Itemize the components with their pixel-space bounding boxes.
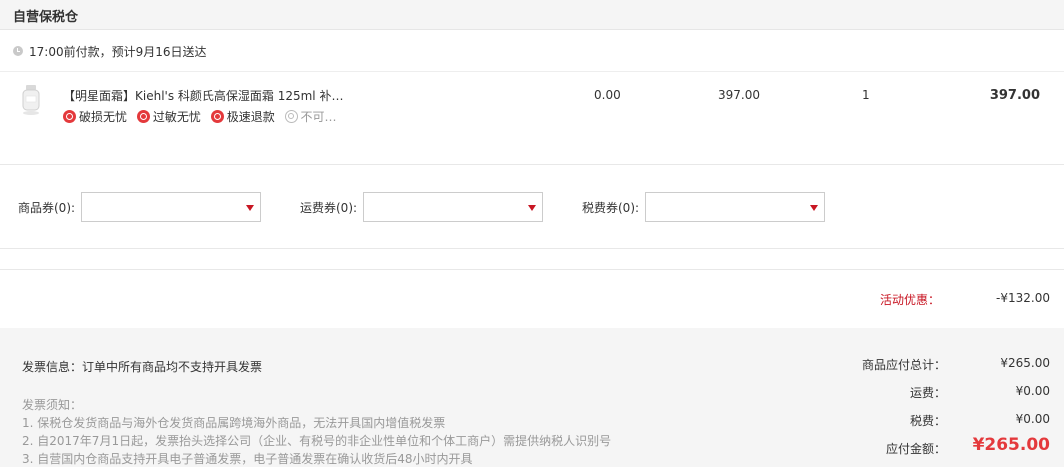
- tax-value: ¥0.00: [1015, 412, 1050, 426]
- divider: [0, 164, 1064, 165]
- promotion-label: 活动优惠：: [880, 293, 941, 307]
- item-quantity: 1: [862, 88, 870, 102]
- promotion-value: -¥132.00: [996, 291, 1050, 305]
- tax-coupon-label: 税费券(0):: [582, 201, 640, 215]
- item-price: 397.00: [718, 88, 760, 102]
- goods-coupon-select[interactable]: [81, 192, 261, 222]
- dropdown-arrow-icon: [246, 205, 254, 211]
- shield-icon: [284, 110, 298, 123]
- item-tax: 0.00: [594, 88, 621, 102]
- goods-total-value: ¥265.00: [1000, 356, 1050, 370]
- dropdown-arrow-icon: [810, 205, 818, 211]
- section-title: 自营保税仓: [13, 10, 79, 25]
- badge-damage-free[interactable]: 破损无忧: [63, 108, 127, 125]
- dropdown-arrow-icon: [528, 205, 536, 211]
- invoice-info: 发票信息：订单中所有商品均不支持开具发票: [22, 360, 263, 374]
- delivery-estimate: 17:00前付款，预计9月16日送达: [29, 45, 207, 59]
- shipping-coupon-select[interactable]: [363, 192, 543, 222]
- product-thumbnail[interactable]: [20, 84, 42, 116]
- badge-allergy-free[interactable]: 过敏无忧: [136, 108, 201, 125]
- shield-icon: [136, 110, 150, 123]
- invoice-notice-title: 发票须知：: [22, 398, 83, 412]
- service-badges: 破损无忧 过敏无忧 极速退款 不可…: [63, 108, 343, 124]
- payable-amount: ¥265.00: [972, 435, 1050, 455]
- shield-icon: [210, 110, 224, 123]
- goods-coupon-label: 商品券(0):: [18, 201, 76, 215]
- item-subtotal: 397.00: [989, 88, 1040, 103]
- tax-label: 税费：: [909, 414, 946, 428]
- clock-icon: [13, 46, 23, 56]
- invoice-notice-line: 3. 自营国内仓商品支持开具电子普通发票，电子普通发票在确认收货后48小时内开具: [22, 452, 473, 466]
- shipping-label: 运费：: [909, 386, 946, 400]
- divider: [0, 248, 1064, 249]
- payable-label: 应付金额：: [885, 442, 946, 456]
- delivery-row: 17:00前付款，预计9月16日送达: [0, 30, 1064, 72]
- shipping-coupon-label: 运费券(0):: [300, 201, 358, 215]
- invoice-notice-line: 1. 保税仓发货商品与海外仓发货商品属跨境海外商品，无法开具国内增值税发票: [22, 416, 446, 430]
- badge-no-return[interactable]: 不可…: [284, 108, 337, 125]
- shipping-value: ¥0.00: [1015, 384, 1050, 398]
- invoice-notice-line: 2. 自2017年7月1日起，发票抬头选择公司（企业、有税号的非企业性单位和个体…: [22, 434, 612, 448]
- divider: [0, 269, 1064, 270]
- badge-fast-refund[interactable]: 极速退款: [210, 108, 275, 125]
- section-header: 自营保税仓: [0, 0, 1064, 30]
- goods-total-label: 商品应付总计：: [861, 358, 946, 372]
- product-name-link[interactable]: 【明星面霜】Kiehl's 科颜氏高保湿面霜 125ml 补…: [63, 87, 343, 104]
- shield-icon: [63, 110, 76, 123]
- tax-coupon-select[interactable]: [645, 192, 825, 222]
